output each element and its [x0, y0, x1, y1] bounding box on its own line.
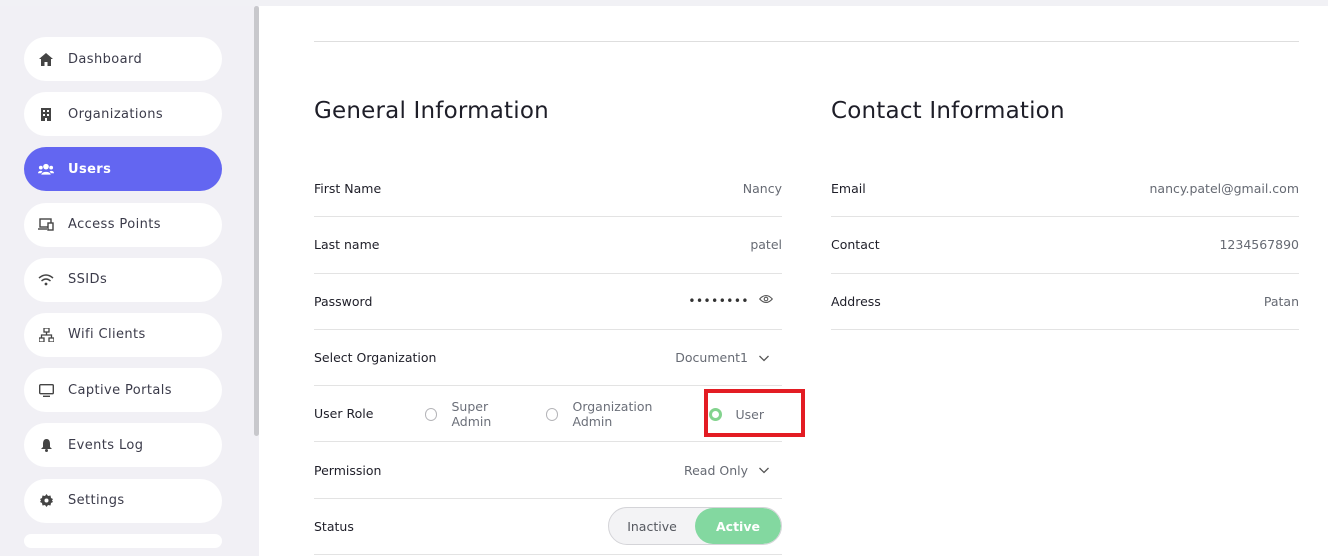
- eye-icon[interactable]: [759, 294, 773, 308]
- last-name-label: Last name: [314, 237, 380, 253]
- last-name-row: Last name patel: [314, 217, 782, 274]
- status-inactive-option[interactable]: Inactive: [609, 508, 695, 544]
- role-option-label: Organization Admin: [572, 399, 653, 430]
- sidebar-item-ssids[interactable]: SSIDs: [24, 257, 222, 302]
- permission-select[interactable]: Read Only: [684, 463, 782, 478]
- sidebar-scrollbar[interactable]: [254, 6, 259, 436]
- sidebar-item-label: SSIDs: [68, 272, 108, 288]
- sidebar-item-label: Settings: [68, 493, 125, 508]
- first-name-label: First Name: [314, 181, 382, 197]
- contact-information-form: Email nancy.patel@gmail.com Contact 1234…: [831, 161, 1299, 330]
- status-row: Status Inactive Active: [314, 499, 782, 556]
- user-role-label: User Role: [314, 406, 374, 422]
- last-name-value[interactable]: patel: [750, 237, 782, 252]
- password-label: Password: [314, 293, 373, 309]
- email-label: Email: [831, 181, 866, 197]
- contact-value[interactable]: 1234567890: [1219, 237, 1299, 252]
- bell-icon: [38, 437, 54, 453]
- sidebar-item-partial[interactable]: [24, 533, 222, 548]
- permission-label: Permission: [314, 462, 382, 478]
- chevron-down-icon: [758, 352, 770, 364]
- sidebar-item-dashboard[interactable]: Dashboard: [24, 37, 222, 81]
- sidebar-item-label: Dashboard: [68, 51, 143, 67]
- status-toggle[interactable]: Inactive Active: [608, 507, 782, 546]
- sidebar-nav: Dashboard Organizations Users Access Poi…: [24, 37, 222, 556]
- contact-information-title: Contact Information: [831, 98, 1065, 124]
- sidebar-item-label: Access Points: [68, 217, 161, 233]
- permission-row: Permission Read Only: [314, 442, 782, 499]
- permission-selected-value: Read Only: [683, 462, 748, 478]
- sidebar-item-label: Organizations: [68, 106, 164, 122]
- sidebar-item-events-log[interactable]: Events Log: [24, 423, 222, 468]
- selection-highlight-box: [704, 389, 805, 437]
- general-information-title: General Information: [314, 98, 549, 124]
- role-radio-super-admin[interactable]: Super Admin: [425, 399, 528, 429]
- sidebar-item-users[interactable]: Users: [24, 147, 222, 192]
- role-option-label: Super Admin: [451, 399, 492, 430]
- sidebar-item-label: Wifi Clients: [68, 327, 146, 343]
- sidebar-item-wifi-clients[interactable]: Wifi Clients: [24, 312, 222, 357]
- password-field[interactable]: ••••••••: [688, 294, 782, 308]
- password-value: ••••••••: [688, 294, 749, 309]
- building-icon: [38, 106, 54, 122]
- devices-icon: [38, 217, 54, 233]
- address-value[interactable]: Patan: [1264, 294, 1299, 309]
- address-row: Address Patan: [831, 274, 1299, 330]
- network-icon: [38, 327, 54, 343]
- organization-row: Select Organization Document1: [314, 330, 782, 387]
- role-radio-organization-admin[interactable]: Organization Admin: [546, 399, 691, 429]
- password-row: Password ••••••••: [314, 274, 782, 330]
- radio-indicator: [425, 407, 438, 421]
- monitor-icon: [38, 382, 54, 398]
- general-information-form: First Name Nancy Last name patel Passwor…: [314, 161, 782, 556]
- status-active-option[interactable]: Active: [695, 508, 781, 545]
- address-label: Address: [831, 293, 881, 309]
- home-icon: [38, 51, 54, 67]
- organization-select[interactable]: Document1: [675, 350, 782, 365]
- gear-icon: [38, 493, 54, 509]
- email-row: Email nancy.patel@gmail.com: [831, 161, 1299, 218]
- sidebar-item-settings[interactable]: Settings: [24, 478, 222, 523]
- organization-selected-value: Document1: [675, 350, 748, 366]
- sidebar-item-captive-portals[interactable]: Captive Portals: [24, 368, 222, 413]
- email-value[interactable]: nancy.patel@gmail.com: [1149, 181, 1299, 196]
- first-name-row: First Name Nancy: [314, 161, 782, 218]
- chevron-down-icon: [758, 464, 770, 476]
- sidebar-item-organizations[interactable]: Organizations: [24, 92, 222, 137]
- sidebar-item-access-points[interactable]: Access Points: [24, 202, 222, 247]
- status-label: Status: [314, 518, 354, 534]
- sidebar-item-label: Captive Portals: [68, 382, 172, 398]
- sidebar-item-label: Events Log: [68, 437, 144, 453]
- first-name-value[interactable]: Nancy: [743, 181, 782, 196]
- radio-indicator: [546, 407, 559, 421]
- users-icon: [38, 161, 54, 177]
- contact-label: Contact: [831, 237, 880, 253]
- contact-row: Contact 1234567890: [831, 217, 1299, 274]
- sidebar-item-label: Users: [68, 161, 112, 177]
- header-divider: [314, 41, 1299, 42]
- organization-label: Select Organization: [314, 350, 437, 366]
- wifi-icon: [38, 272, 54, 288]
